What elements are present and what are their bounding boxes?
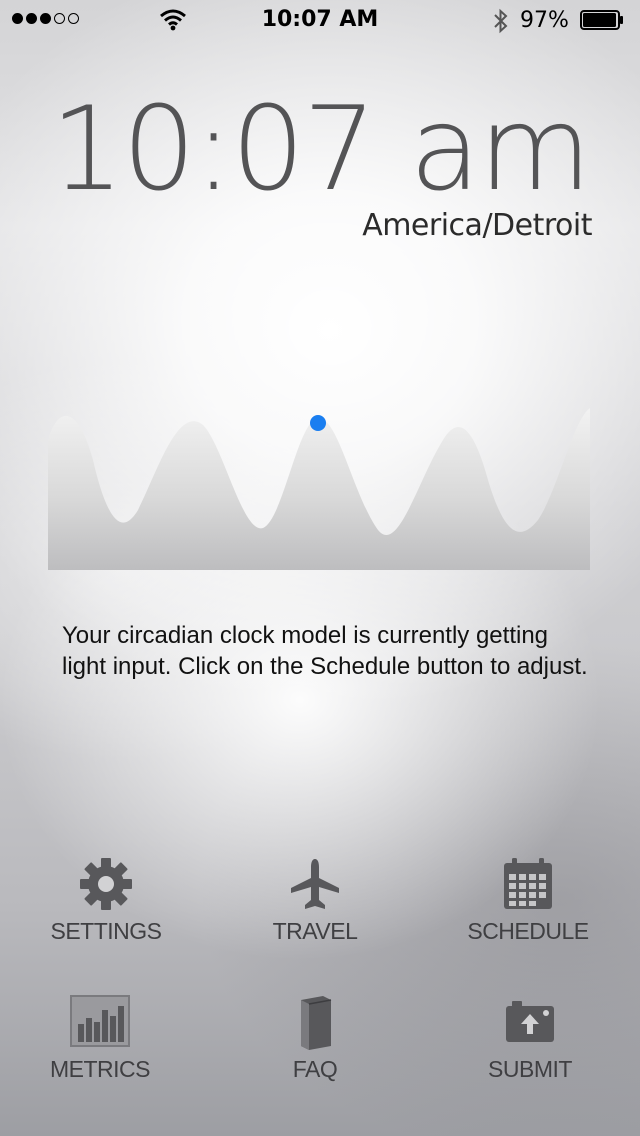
gear-icon: [80, 858, 132, 910]
battery-icon: [580, 10, 623, 30]
faq-label: FAQ: [292, 1056, 338, 1082]
status-bar: 10:07 AM 97%: [0, 0, 640, 40]
bluetooth-icon: [494, 8, 508, 34]
current-time: 10:07 am: [50, 82, 591, 217]
circadian-wave: [48, 408, 590, 570]
metrics-label: METRICS: [50, 1056, 151, 1082]
settings-label: SETTINGS: [50, 918, 162, 944]
airplane-icon: [291, 859, 339, 909]
schedule-button[interactable]: SCHEDULE: [448, 856, 608, 945]
book-icon: [301, 996, 332, 1050]
submit-label: SUBMIT: [488, 1056, 572, 1082]
faq-button[interactable]: FAQ: [235, 994, 395, 1083]
travel-button[interactable]: TRAVEL: [235, 856, 395, 945]
metrics-button[interactable]: METRICS: [20, 994, 180, 1083]
bar-chart-icon: [70, 995, 130, 1047]
schedule-label: SCHEDULE: [467, 918, 589, 944]
settings-button[interactable]: SETTINGS: [26, 856, 186, 945]
timezone-label: America/Detroit: [362, 208, 592, 243]
camera-upload-icon: [506, 1001, 554, 1042]
current-phase-indicator: [310, 415, 326, 431]
status-message: Your circadian clock model is currently …: [62, 622, 588, 680]
calendar-icon: [504, 858, 552, 909]
travel-label: TRAVEL: [272, 918, 358, 944]
circadian-wave-chart: [48, 408, 590, 570]
battery-percent: 97%: [520, 8, 569, 33]
submit-button[interactable]: SUBMIT: [450, 994, 610, 1083]
